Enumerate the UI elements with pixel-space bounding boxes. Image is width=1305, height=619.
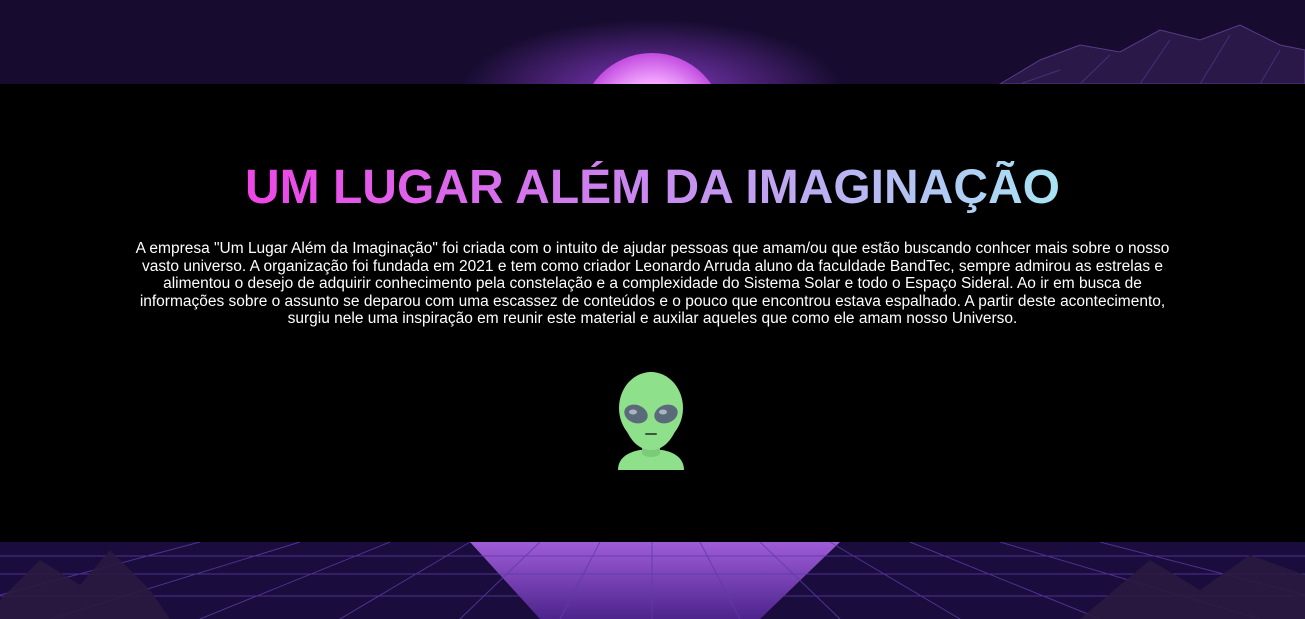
page-title: UM LUGAR ALÉM DA IMAGINAÇÃO (244, 161, 1061, 214)
company-description: A empresa "Um Lugar Além da Imaginação" … (135, 240, 1170, 327)
alien-icon (618, 372, 684, 470)
